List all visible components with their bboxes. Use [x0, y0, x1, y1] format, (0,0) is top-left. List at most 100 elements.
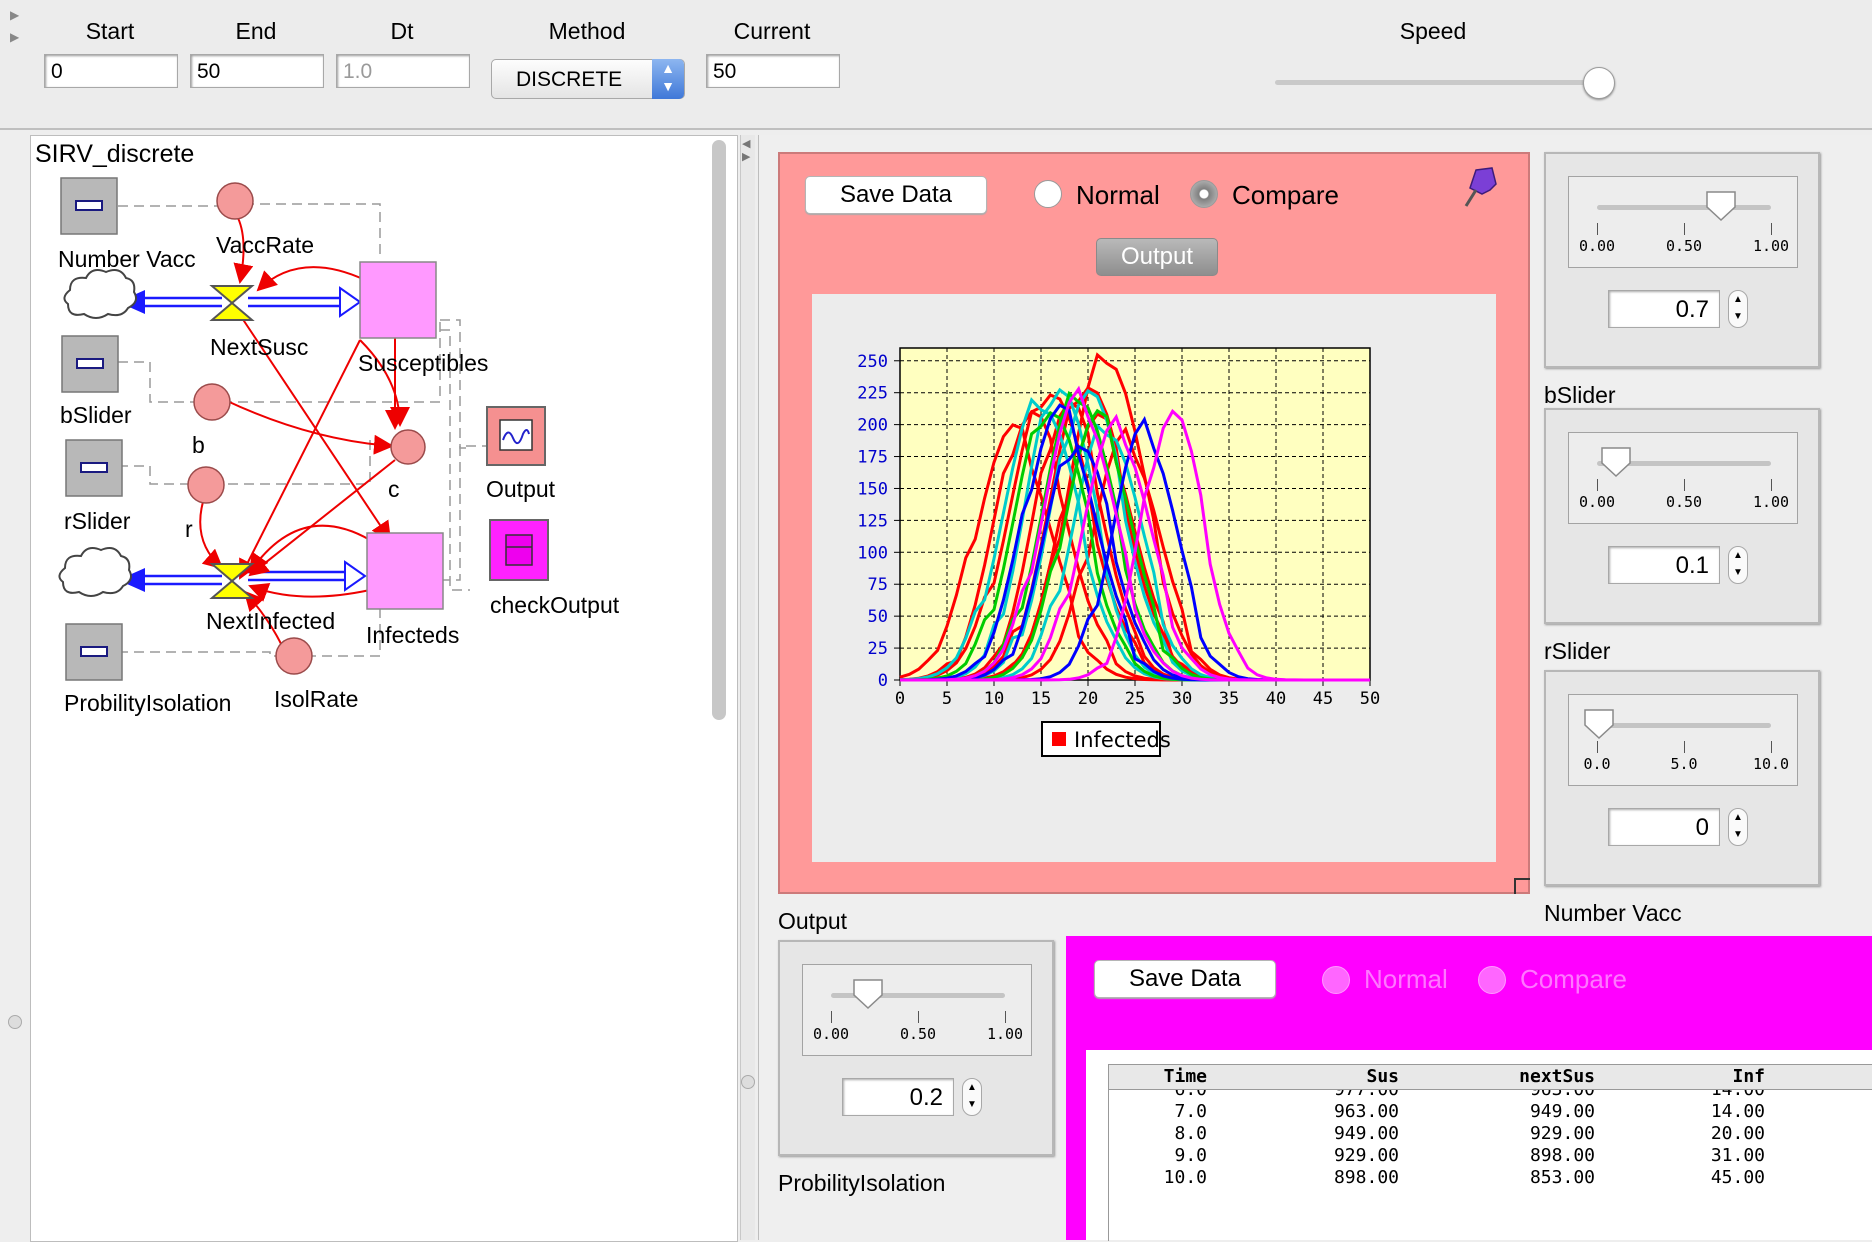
table-cell: 853.00: [1529, 1167, 1595, 1188]
table-cell: 31.00: [1710, 1145, 1765, 1166]
valve-icon: [209, 563, 255, 599]
slider-thumb[interactable]: [1704, 189, 1738, 223]
node-infecteds[interactable]: Infecteds: [366, 622, 459, 649]
x-tick-label: 0: [895, 689, 905, 709]
node-next-susc[interactable]: NextSusc: [210, 334, 308, 361]
node-c[interactable]: c: [388, 476, 400, 503]
split-handle-icon[interactable]: [741, 1075, 755, 1089]
slider-tick: [1771, 741, 1772, 753]
slider-tick-label: 0.50: [1665, 493, 1703, 511]
node-isol-rate[interactable]: IsolRate: [274, 686, 358, 713]
node-check-output[interactable]: checkOutput: [490, 592, 619, 619]
table-cell: 929.00: [1529, 1123, 1595, 1144]
slider-caption: Number Vacc: [1544, 900, 1682, 926]
slider-tick: [1005, 1011, 1006, 1023]
spinner-arrows-icon[interactable]: ▲ ▼: [962, 1078, 982, 1116]
table-cell: 45.00: [1710, 1167, 1765, 1188]
check-output-table-panel: Save Data Normal Compare 6.0977.00963.00…: [1066, 936, 1872, 1241]
spinner-arrows-icon[interactable]: ▲ ▼: [1728, 808, 1748, 846]
slider-tick-label: 10.0: [1752, 755, 1790, 773]
table-normal-radio-label: Normal: [1364, 964, 1448, 994]
table-save-data-button[interactable]: Save Data: [1094, 960, 1276, 998]
slider-panel: 0.00 0.50 1.00 0.7 ▲ ▼: [1544, 152, 1820, 368]
node-b-slider[interactable]: bSlider: [60, 402, 132, 429]
node-r-slider[interactable]: rSlider: [64, 508, 130, 535]
table-cell: 898.00: [1333, 1167, 1399, 1188]
slider-tick-label: 1.00: [1752, 493, 1790, 511]
slider-thumb[interactable]: [851, 977, 885, 1011]
slider-caption: ProbilityIsolation: [778, 1170, 946, 1196]
node-number-vacc[interactable]: Number Vacc: [58, 246, 196, 273]
slider-thumb[interactable]: [1582, 707, 1616, 741]
slider-value-input[interactable]: 0.7: [1608, 290, 1720, 328]
table-cell: 949.00: [1529, 1101, 1595, 1122]
slider-tick: [1684, 479, 1685, 491]
node-next-infected[interactable]: NextInfected: [206, 608, 335, 635]
table-cell: 963.00: [1333, 1101, 1399, 1122]
slider-tick: [1771, 479, 1772, 491]
save-data-button[interactable]: Save Data: [805, 176, 987, 214]
table-column-header[interactable]: nextSus: [1465, 1066, 1595, 1087]
table-cell: 10.0: [1163, 1167, 1207, 1188]
slider-value-input[interactable]: 0.2: [842, 1078, 954, 1116]
data-table[interactable]: 6.0977.00963.0014.007.0963.00949.0014.00…: [1086, 1050, 1872, 1241]
normal-radio[interactable]: [1034, 180, 1062, 208]
slider-tick-label: 1.00: [986, 1025, 1024, 1043]
y-tick-label: 125: [857, 511, 888, 531]
slider-control[interactable]: 0.00 0.50 1.00: [802, 964, 1032, 1056]
y-tick-label: 25: [868, 639, 888, 659]
slider-tick: [1597, 223, 1598, 235]
y-tick-label: 225: [857, 384, 888, 404]
slider-control[interactable]: 0.00 0.50 1.00: [1568, 176, 1798, 268]
table-header: Time Sus nextSus Inf: [1109, 1065, 1872, 1090]
node-r[interactable]: r: [185, 516, 193, 543]
normal-radio-label[interactable]: Normal: [1076, 180, 1160, 211]
table-column-header[interactable]: Inf: [1669, 1066, 1765, 1087]
slider-value-input[interactable]: 0.1: [1608, 546, 1720, 584]
table-row[interactable]: 8.0 949.00 929.00 20.00: [1109, 1123, 1872, 1145]
output-tab[interactable]: Output: [1096, 238, 1218, 276]
slider-caption: bSlider: [1544, 382, 1616, 408]
resize-corner-icon[interactable]: [1514, 878, 1530, 894]
spinner-arrows-icon[interactable]: ▲ ▼: [1728, 546, 1748, 584]
slider-control[interactable]: 0.0 5.0 10.0: [1568, 694, 1798, 786]
speed-label: Speed: [1399, 18, 1467, 44]
node-output[interactable]: Output: [486, 476, 555, 503]
node-susceptibles[interactable]: Susceptibles: [358, 350, 488, 377]
slider-tick-label: 0.00: [812, 1025, 850, 1043]
table-row[interactable]: 9.0 929.00 898.00 31.00: [1109, 1145, 1872, 1167]
slider-panel: 0.00 0.50 1.00 0.1 ▲ ▼: [1544, 408, 1820, 624]
table-cell: 8.0: [1174, 1123, 1207, 1144]
slider-thumb[interactable]: [1599, 445, 1633, 479]
slider-tick-label: 0.00: [1578, 493, 1616, 511]
slider-track[interactable]: [1597, 723, 1771, 728]
slider-tick: [1771, 223, 1772, 235]
split-divider[interactable]: ◀ ▶: [740, 135, 755, 1240]
y-tick-label: 150: [857, 479, 888, 499]
node-b[interactable]: b: [192, 432, 205, 459]
slider-control[interactable]: 0.00 0.50 1.00: [1568, 432, 1798, 524]
node-vacc-rate[interactable]: VaccRate: [216, 232, 314, 259]
slider-value-input[interactable]: 0: [1608, 808, 1720, 846]
x-tick-label: 45: [1313, 689, 1333, 709]
slider-tick-label: 0.0: [1583, 755, 1611, 773]
slider-panel: 0.0 5.0 10.0 0 ▲ ▼: [1544, 670, 1820, 886]
table-cell: 14.00: [1710, 1101, 1765, 1122]
x-tick-label: 30: [1172, 689, 1192, 709]
spinner-arrows-icon[interactable]: ▲ ▼: [1728, 290, 1748, 328]
table-column-header[interactable]: Time: [1109, 1066, 1207, 1087]
compare-radio-label[interactable]: Compare: [1232, 180, 1339, 211]
table-cell: 7.0: [1174, 1101, 1207, 1122]
slider-track[interactable]: [1597, 205, 1771, 210]
speed-slider-thumb[interactable]: [1583, 67, 1615, 99]
speed-slider-track[interactable]: [1275, 80, 1600, 85]
plot-caption: Output: [778, 908, 848, 934]
pin-icon[interactable]: [1462, 164, 1502, 210]
x-tick-label: 50: [1360, 689, 1380, 709]
compare-radio[interactable]: [1190, 180, 1218, 208]
table-row[interactable]: 7.0 963.00 949.00 14.00: [1109, 1101, 1872, 1123]
x-tick-label: 40: [1266, 689, 1286, 709]
table-row[interactable]: 10.0 898.00 853.00 45.00: [1109, 1167, 1872, 1189]
node-probility-isolation[interactable]: ProbilityIsolation: [64, 690, 231, 717]
table-column-header[interactable]: Sus: [1279, 1066, 1399, 1087]
